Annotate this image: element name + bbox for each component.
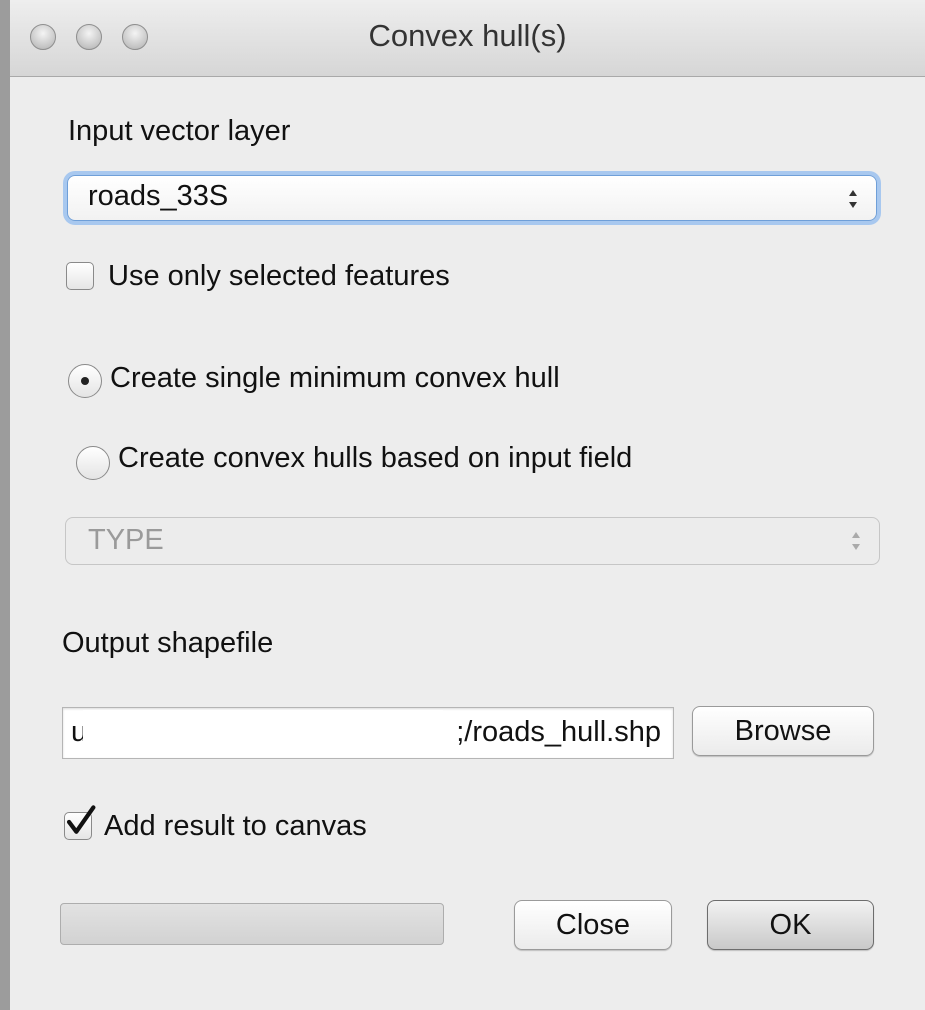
output-path-input[interactable]: u ;/roads_hull.shp xyxy=(62,707,674,759)
selected-features-label: Use only selected features xyxy=(108,260,450,292)
radio-selected-dot xyxy=(81,377,89,385)
add-to-canvas-label: Add result to canvas xyxy=(104,810,367,842)
browse-button[interactable]: Browse xyxy=(692,706,874,756)
field-select-value: TYPE xyxy=(88,524,164,556)
title-bar: Convex hull(s) xyxy=(10,0,925,77)
field-hulls-label: Create convex hulls based on input field xyxy=(118,442,633,474)
add-to-canvas-checkbox[interactable] xyxy=(64,805,96,840)
single-hull-label: Create single minimum convex hull xyxy=(110,362,560,394)
updown-arrows-icon xyxy=(852,532,860,550)
convex-hull-dialog: Convex hull(s) Input vector layer roads_… xyxy=(0,0,925,1010)
selected-features-checkbox[interactable] xyxy=(66,262,94,290)
field-hulls-radio[interactable] xyxy=(76,446,110,480)
input-layer-label: Input vector layer xyxy=(68,115,291,147)
output-path-tail: ;/roads_hull.shp xyxy=(456,716,661,748)
checkmark-icon xyxy=(66,805,96,834)
ok-button[interactable]: OK xyxy=(707,900,874,950)
single-hull-radio[interactable] xyxy=(68,364,102,398)
input-layer-select[interactable]: roads_33S xyxy=(67,175,877,221)
input-layer-value: roads_33S xyxy=(88,180,229,212)
field-select[interactable]: TYPE xyxy=(65,517,880,565)
close-button[interactable]: Close xyxy=(514,900,672,950)
progress-bar xyxy=(60,903,444,945)
output-shapefile-label: Output shapefile xyxy=(62,627,274,659)
window-title: Convex hull(s) xyxy=(368,18,567,53)
updown-arrows-icon xyxy=(849,190,857,208)
redacted-path-segment xyxy=(83,710,443,756)
